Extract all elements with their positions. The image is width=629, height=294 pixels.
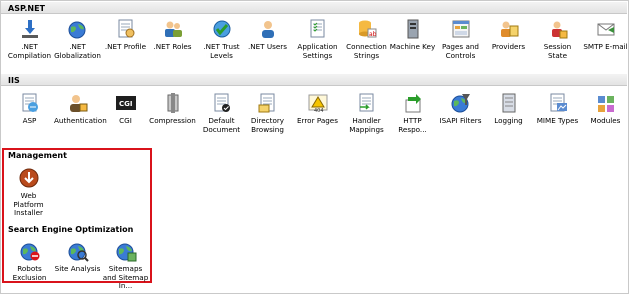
feature-application-settings[interactable]: Application Settings — [294, 18, 341, 60]
feature-label: Directory Browsing — [250, 116, 285, 134]
feature-smtp-email[interactable]: SMTP E-mail — [582, 18, 629, 52]
feature-label: Pages and Controls — [442, 42, 479, 60]
feature-label: Session State — [543, 42, 572, 60]
group-header-management: Management — [8, 151, 67, 160]
feature-label: CGI — [119, 116, 132, 125]
feature-label: Modules — [590, 116, 621, 125]
feature-mime-types[interactable]: MIME Types — [534, 92, 581, 126]
net-profile-icon — [115, 18, 137, 40]
authentication-icon — [67, 92, 89, 114]
feature-cgi[interactable]: CGI CGI — [102, 92, 149, 126]
feature-modules[interactable]: Modules — [582, 92, 629, 126]
feature-label: .NET Profile — [104, 42, 147, 51]
application-settings-icon — [307, 18, 329, 40]
feature-label: ISAPI Filters — [439, 116, 482, 125]
asp-icon — [19, 92, 41, 114]
feature-label: Logging — [494, 116, 523, 125]
feature-directory-browsing[interactable]: Directory Browsing — [244, 92, 291, 134]
mime-types-icon — [547, 92, 569, 114]
feature-label: Compression — [149, 116, 196, 125]
http-response-headers-icon — [402, 92, 424, 114]
feature-net-profile[interactable]: .NET Profile — [102, 18, 149, 52]
feature-web-platform-installer[interactable]: Web Platform Installer — [5, 167, 52, 218]
feature-label: Web Platform Installer — [13, 191, 44, 217]
net-roles-icon — [162, 18, 184, 40]
feature-label: Sitemaps and Sitemap In... — [102, 264, 149, 290]
net-globalization-icon — [67, 18, 89, 40]
feature-label: SMTP E-mail — [583, 42, 628, 51]
feature-label: Connection Strings — [346, 42, 387, 60]
svg-text:ab: ab — [369, 31, 377, 38]
svg-text:404: 404 — [314, 108, 324, 114]
feature-label: HTTP Respo... — [398, 116, 427, 134]
feature-net-users[interactable]: .NET Users — [244, 18, 291, 52]
robots-exclusion-icon — [19, 240, 41, 262]
feature-logging[interactable]: Logging — [485, 92, 532, 126]
feature-sitemaps[interactable]: Sitemaps and Sitemap In... — [102, 240, 149, 291]
connection-strings-icon: ab — [356, 18, 378, 40]
net-users-icon — [257, 18, 279, 40]
feature-label: .NET Compilation — [7, 42, 52, 60]
feature-compression[interactable]: Compression — [149, 92, 196, 126]
net-trust-levels-icon — [211, 18, 233, 40]
group-header-seo: Search Engine Optimization — [8, 225, 134, 234]
feature-providers[interactable]: Providers — [485, 18, 532, 52]
feature-net-trust-levels[interactable]: .NET Trust Levels — [198, 18, 245, 60]
feature-http-response-headers[interactable]: HTTP Respo... — [389, 92, 436, 134]
smtp-email-icon — [595, 18, 617, 40]
feature-pages-and-controls[interactable]: Pages and Controls — [437, 18, 484, 60]
site-analysis-icon — [67, 240, 89, 262]
feature-net-globalization[interactable]: .NET Globalization — [54, 18, 101, 60]
feature-label: MIME Types — [536, 116, 579, 125]
feature-label: .NET Users — [247, 42, 287, 51]
feature-label: .NET Globalization — [54, 42, 101, 60]
error-pages-icon: 404 — [307, 92, 329, 114]
isapi-filters-icon — [450, 92, 472, 114]
compression-icon — [162, 92, 184, 114]
providers-icon — [498, 18, 520, 40]
feature-connection-strings[interactable]: ab Connection Strings — [343, 18, 390, 60]
machine-key-icon — [402, 18, 424, 40]
default-document-icon — [211, 92, 233, 114]
feature-label: Authentication — [54, 116, 107, 125]
feature-session-state[interactable]: Session State — [534, 18, 581, 60]
feature-label: Error Pages — [297, 116, 338, 125]
feature-label: Application Settings — [297, 42, 338, 60]
cgi-icon: CGI — [115, 92, 137, 114]
feature-label: Providers — [491, 42, 526, 51]
feature-site-analysis[interactable]: Site Analysis — [54, 240, 101, 274]
group-header-iis: IIS — [1, 73, 627, 86]
feature-authentication[interactable]: Authentication — [54, 92, 107, 126]
handler-mappings-icon — [356, 92, 378, 114]
feature-label: Robots Exclusion — [12, 264, 47, 282]
feature-asp[interactable]: ASP — [6, 92, 53, 126]
net-compilation-icon — [19, 18, 41, 40]
feature-isapi-filters[interactable]: ISAPI Filters — [437, 92, 484, 126]
feature-label: Machine Key — [389, 42, 436, 51]
feature-label: Handler Mappings — [349, 116, 384, 134]
feature-label: ASP — [22, 116, 37, 125]
group-header-aspnet: ASP.NET — [1, 1, 627, 14]
feature-label: Default Document — [202, 116, 241, 134]
session-state-icon — [547, 18, 569, 40]
feature-label: .NET Roles — [153, 42, 192, 51]
feature-error-pages[interactable]: 404 Error Pages — [294, 92, 341, 126]
feature-net-compilation[interactable]: .NET Compilation — [6, 18, 53, 60]
modules-icon — [595, 92, 617, 114]
feature-machine-key[interactable]: Machine Key — [389, 18, 436, 52]
pages-and-controls-icon — [450, 18, 472, 40]
feature-default-document[interactable]: Default Document — [198, 92, 245, 134]
directory-browsing-icon — [257, 92, 279, 114]
feature-robots-exclusion[interactable]: Robots Exclusion — [6, 240, 53, 282]
feature-label: .NET Trust Levels — [203, 42, 240, 60]
web-platform-installer-icon — [18, 167, 40, 189]
feature-handler-mappings[interactable]: Handler Mappings — [343, 92, 390, 134]
feature-label: Site Analysis — [54, 264, 101, 273]
logging-icon — [498, 92, 520, 114]
sitemaps-icon — [115, 240, 137, 262]
feature-net-roles[interactable]: .NET Roles — [149, 18, 196, 52]
svg-text:CGI: CGI — [119, 100, 133, 108]
